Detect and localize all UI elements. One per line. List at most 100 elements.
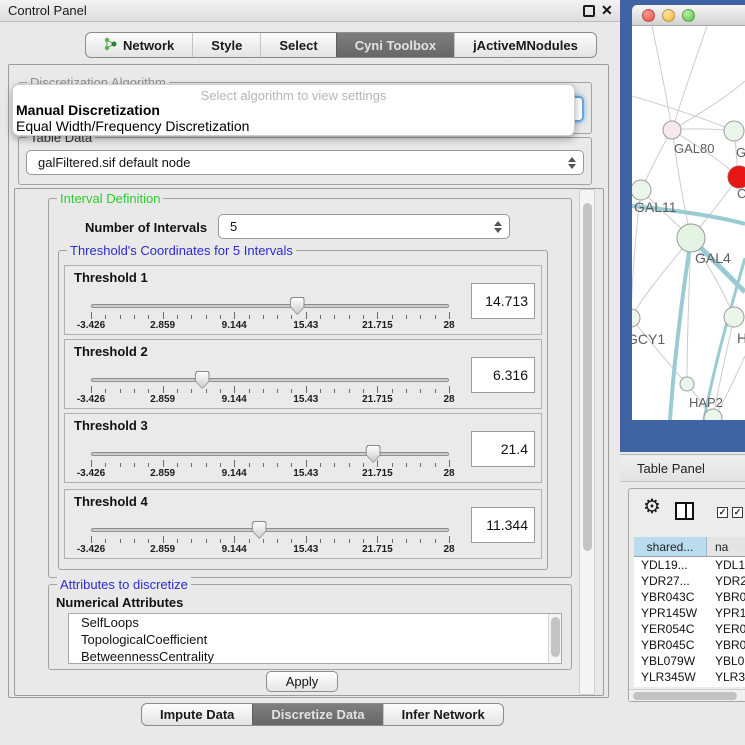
table-data-combobox[interactable]: galFiltered.sif default node xyxy=(26,150,584,175)
node-label: GAL4 xyxy=(695,250,731,266)
threshold-3-value-field[interactable]: 21.4 xyxy=(471,431,535,467)
tick-label: 9.144 xyxy=(222,544,247,555)
tick-label: 15.43 xyxy=(293,468,318,479)
slider-ticks xyxy=(91,386,449,394)
node-label: GAL80 xyxy=(674,141,714,156)
tick-label: 15.43 xyxy=(293,394,318,405)
table-hscrollbar-thumb[interactable] xyxy=(633,692,737,700)
number-of-intervals-combobox[interactable]: 5 xyxy=(218,214,510,239)
node-label: GA xyxy=(736,145,745,160)
node-gal11 xyxy=(632,180,651,200)
threshold-3-panel: Threshold 3 -3.426 2.859 9.144 15.43 21.… xyxy=(64,413,542,483)
dropdown-option-manual[interactable]: Manual Discretization xyxy=(16,102,160,118)
network-view-window: GAL80 GA C GAL11 GAL4 GCY1 H HAP2 xyxy=(620,0,745,452)
tab-select[interactable]: Select xyxy=(260,33,335,57)
tab-jactivemnodules[interactable]: jActiveMNodules xyxy=(454,33,596,57)
threshold-2-label: Threshold 2 xyxy=(74,344,148,359)
close-traffic-light[interactable] xyxy=(642,9,655,22)
tick-label: 28 xyxy=(443,544,454,555)
table-row[interactable]: YBR045CYBR0 xyxy=(634,637,745,653)
table-row[interactable]: YDR27...YDR2 xyxy=(634,573,745,589)
threshold-2-value-field[interactable]: 6.316 xyxy=(471,357,535,393)
attributes-label: Attributes to discretize xyxy=(57,577,191,592)
threshold-2-slider[interactable] xyxy=(91,378,449,382)
threshold-1-slider[interactable] xyxy=(91,304,449,308)
table-row[interactable]: YDL19...YDL1 xyxy=(634,557,745,573)
table-row[interactable]: YIL052CYIL0 xyxy=(634,685,745,687)
list-item[interactable]: TopologicalCoefficient xyxy=(69,631,561,648)
table-row[interactable]: YER054CYER0 xyxy=(634,621,745,637)
table-panel-titlebar: Table Panel xyxy=(620,454,745,482)
column-header-shared-name[interactable]: shared... xyxy=(634,537,707,557)
tick-label: 21.715 xyxy=(362,394,393,405)
tick-label: 2.859 xyxy=(150,544,175,555)
slider-ticks xyxy=(91,536,449,544)
gear-icon[interactable]: ⚙ xyxy=(643,497,661,517)
node-gal80 xyxy=(663,121,681,139)
apply-button[interactable]: Apply xyxy=(266,671,338,692)
tab-impute-data[interactable]: Impute Data xyxy=(142,704,252,725)
list-item[interactable]: SelfLoops xyxy=(69,614,561,631)
numerical-attributes-list: SelfLoops TopologicalCoefficient Between… xyxy=(68,613,562,664)
node-top-right xyxy=(724,121,744,141)
table-row[interactable]: YPR145WYPR1 xyxy=(634,605,745,621)
algorithm-dropdown-popup: Select algorithm to view settings Manual… xyxy=(12,84,575,136)
bottom-tab-bar: Impute Data Discretize Data Infer Networ… xyxy=(141,703,504,726)
node-gcy1 xyxy=(632,309,640,327)
tick-label: 21.715 xyxy=(362,320,393,331)
control-panel-title: Control Panel xyxy=(8,3,87,18)
table-row[interactable]: YBR043CYBR0 xyxy=(634,589,745,605)
tab-network[interactable]: Network xyxy=(86,33,192,57)
interval-definition-label: Interval Definition xyxy=(57,191,163,206)
table-hscrollbar-track[interactable] xyxy=(629,689,745,701)
list-item[interactable]: BetweennessCentrality xyxy=(69,648,561,664)
threshold-4-value-field[interactable]: 11.344 xyxy=(471,507,535,543)
table-panel-title: Table Panel xyxy=(637,461,705,476)
number-of-intervals-label: Number of Intervals xyxy=(85,220,207,235)
minimize-traffic-light[interactable] xyxy=(662,9,675,22)
tick-label: 15.43 xyxy=(293,544,318,555)
node-label: C xyxy=(737,186,745,201)
threshold-4-slider[interactable] xyxy=(91,528,449,532)
list-scrollbar-track[interactable] xyxy=(548,614,561,663)
network-nodes[interactable] xyxy=(632,121,745,420)
table-row[interactable]: YLR345WYLR3 xyxy=(634,669,745,685)
node-gal4 xyxy=(677,224,705,252)
main-scrollbar-track[interactable] xyxy=(579,189,595,695)
checkbox-icon[interactable]: ✓ xyxy=(732,507,743,518)
float-window-icon[interactable] xyxy=(583,5,595,17)
tab-style[interactable]: Style xyxy=(192,33,260,57)
tick-label: 9.144 xyxy=(222,394,247,405)
checkbox-icon[interactable]: ✓ xyxy=(717,507,728,518)
tab-cyni-toolbox[interactable]: Cyni Toolbox xyxy=(336,33,454,57)
node-label: GCY1 xyxy=(632,331,665,347)
close-icon[interactable]: ✕ xyxy=(601,2,613,19)
threshold-3-slider[interactable] xyxy=(91,452,449,456)
tick-label: -3.426 xyxy=(77,544,105,555)
network-canvas[interactable]: GAL80 GA C GAL11 GAL4 GCY1 H HAP2 xyxy=(632,26,745,420)
numerical-attributes-label: Numerical Attributes xyxy=(56,595,183,610)
tab-infer-network[interactable]: Infer Network xyxy=(383,704,503,725)
slider-ticks xyxy=(91,460,449,468)
node-red-selected xyxy=(728,166,745,188)
dropdown-placeholder: Select algorithm to view settings xyxy=(13,88,574,103)
node-label: GAL11 xyxy=(634,199,677,215)
table-panel: ⚙ ✓ ✓ shared... na YDL19...YDL1 YDR27...… xyxy=(628,488,745,702)
table-data-value: galFiltered.sif default node xyxy=(38,155,190,170)
tab-discretize-data[interactable]: Discretize Data xyxy=(252,704,382,725)
thresholds-fieldset: Threshold's Coordinates for 5 Intervals … xyxy=(58,250,548,570)
main-scrollbar-thumb[interactable] xyxy=(583,203,592,551)
column-layout-icon[interactable] xyxy=(675,502,694,520)
dropdown-option-equal-width[interactable]: Equal Width/Frequency Discretization xyxy=(16,118,249,134)
network-icon xyxy=(104,37,117,54)
zoom-traffic-light[interactable] xyxy=(682,9,695,22)
table-row[interactable]: YBL079WYBL0 xyxy=(634,653,745,669)
list-scrollbar-thumb[interactable] xyxy=(551,617,560,657)
tick-label: 2.859 xyxy=(150,468,175,479)
network-window-titlebar[interactable] xyxy=(632,5,745,26)
threshold-1-value-field[interactable]: 14.713 xyxy=(471,283,535,319)
node-label: HAP2 xyxy=(689,395,723,410)
column-header-name[interactable]: na xyxy=(707,537,745,557)
stepper-icon xyxy=(568,157,576,169)
tick-label: 15.43 xyxy=(293,320,318,331)
